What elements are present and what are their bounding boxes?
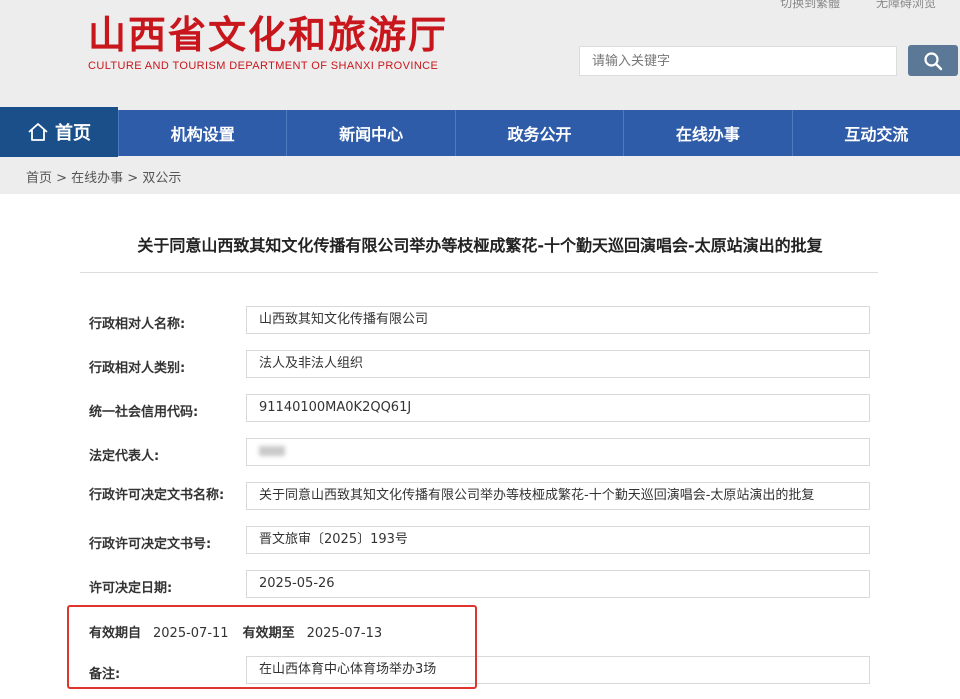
- document-panel: 关于同意山西致其知文化传播有限公司举办等枝桠成繁花-十个勤天巡回演唱会-太原站演…: [0, 194, 960, 699]
- search-input[interactable]: [579, 46, 897, 76]
- field-value: 山西致其知文化传播有限公司: [246, 306, 870, 334]
- top-links: 切换到繁體 无障碍浏览: [748, 0, 936, 11]
- field-value: 法人及非法人组织: [246, 350, 870, 378]
- field-value: 晋文旅审〔2025〕193号: [246, 526, 870, 554]
- legal-representative-value: [246, 438, 870, 466]
- field-label: 行政许可决定文书号:: [89, 537, 212, 552]
- main-nav: 首页 机构设置 新闻中心 政务公开 在线办事 互动交流: [0, 107, 960, 157]
- nav-item-news[interactable]: 新闻中心: [286, 110, 454, 156]
- nav-home[interactable]: 首页: [0, 107, 118, 157]
- nav-item-online-services[interactable]: 在线办事: [623, 110, 791, 156]
- field-value: 关于同意山西致其知文化传播有限公司举办等枝桠成繁花-十个勤天巡回演唱会-太原站演…: [246, 482, 870, 510]
- field-label: 法定代表人:: [89, 449, 160, 464]
- site-logo[interactable]: 山西省文化和旅游厅 CULTURE AND TOURISM DEPARTMENT…: [88, 12, 448, 72]
- title-divider: [80, 272, 878, 273]
- site-title-en: CULTURE AND TOURISM DEPARTMENT OF SHANXI…: [88, 60, 439, 72]
- traditional-chinese-link[interactable]: 切换到繁體: [780, 0, 840, 10]
- nav-home-label: 首页: [55, 123, 91, 144]
- site-title: 山西省文化和旅游厅: [88, 12, 449, 57]
- field-label: 行政相对人名称:: [89, 317, 186, 332]
- home-icon: [28, 123, 48, 141]
- field-label: 统一社会信用代码:: [89, 405, 199, 420]
- highlight-annotation: [67, 605, 477, 689]
- field-label: 行政许可决定文书名称:: [89, 488, 225, 503]
- breadcrumb: 首页 > 在线办事 > 双公示: [26, 171, 182, 186]
- nav-item-interaction[interactable]: 互动交流: [791, 110, 960, 156]
- accessibility-link[interactable]: 无障碍浏览: [876, 0, 936, 10]
- search-button[interactable]: [908, 45, 958, 76]
- search-icon: [924, 51, 943, 70]
- field-label: 许可决定日期:: [89, 581, 173, 596]
- nav-item-public-affairs[interactable]: 政务公开: [454, 110, 623, 156]
- field-label: 行政相对人类别:: [89, 361, 186, 376]
- field-value: 91140100MA0K2QQ61J: [246, 394, 870, 422]
- document-title: 关于同意山西致其知文化传播有限公司举办等枝桠成繁花-十个勤天巡回演唱会-太原站演…: [137, 236, 823, 255]
- field-value: 2025-05-26: [246, 570, 870, 598]
- redacted-name: [259, 445, 285, 456]
- nav-item-organization[interactable]: 机构设置: [118, 110, 286, 156]
